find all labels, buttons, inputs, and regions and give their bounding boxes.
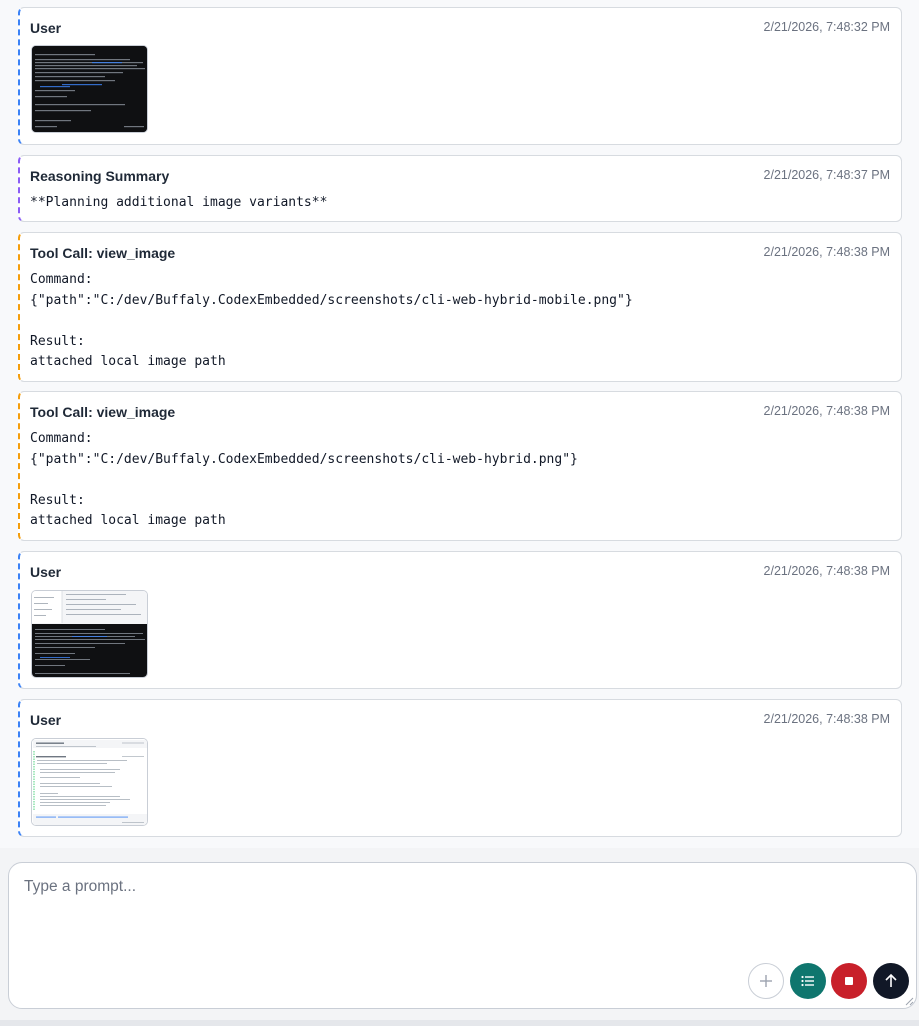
resize-grip-icon[interactable] <box>904 996 914 1006</box>
chat-ui-screenshot-image <box>32 739 147 825</box>
result-text: attached local image path <box>30 513 226 528</box>
arrow-up-icon <box>885 973 897 987</box>
command-label: Command: <box>30 272 93 287</box>
command-text: {"path":"C:/dev/Buffaly.CodexEmbedded/sc… <box>30 452 578 467</box>
message-card-tool-call: Tool Call: view_image 2/21/2026, 7:48:38… <box>18 232 902 382</box>
message-timestamp: 2/21/2026, 7:48:38 PM <box>763 564 890 578</box>
send-button[interactable] <box>873 963 909 999</box>
attached-image-thumbnail[interactable] <box>31 45 148 133</box>
message-timestamp: 2/21/2026, 7:48:38 PM <box>763 404 890 418</box>
message-title: Reasoning Summary <box>30 168 170 184</box>
message-timestamp: 2/21/2026, 7:48:38 PM <box>763 712 890 726</box>
message-timestamp: 2/21/2026, 7:48:32 PM <box>763 20 890 34</box>
bottom-strip <box>0 1020 919 1026</box>
message-card-user: User 2/21/2026, 7:48:32 PM <box>18 7 902 145</box>
terminal-screenshot-image <box>32 46 147 132</box>
message-title: User <box>30 712 62 728</box>
mixed-screenshot-image <box>32 591 147 677</box>
reasoning-text: **Planning additional image variants** <box>30 195 328 210</box>
queue-button[interactable] <box>790 963 826 999</box>
message-card-tool-call: Tool Call: view_image 2/21/2026, 7:48:38… <box>18 391 902 541</box>
message-timestamp: 2/21/2026, 7:48:37 PM <box>763 168 890 182</box>
command-label: Command: <box>30 431 93 446</box>
stop-button[interactable] <box>831 963 867 999</box>
command-text: {"path":"C:/dev/Buffaly.CodexEmbedded/sc… <box>30 293 633 308</box>
list-icon <box>801 975 814 987</box>
message-feed[interactable]: User 2/21/2026, 7:48:32 PM Reasoning Sum… <box>0 0 919 848</box>
message-card-reasoning: Reasoning Summary 2/21/2026, 7:48:37 PM … <box>18 155 902 222</box>
prompt-composer <box>8 862 918 1009</box>
plus-icon <box>760 975 772 987</box>
attached-image-thumbnail[interactable] <box>31 738 148 826</box>
result-text: attached local image path <box>30 354 226 369</box>
prompt-input[interactable] <box>10 864 918 972</box>
attach-button[interactable] <box>748 963 784 999</box>
message-timestamp: 2/21/2026, 7:48:38 PM <box>763 245 890 259</box>
message-card-user: User 2/21/2026, 7:48:38 PM <box>18 699 902 837</box>
message-card-user: User 2/21/2026, 7:48:38 PM <box>18 551 902 689</box>
message-title: User <box>30 20 62 36</box>
attached-image-thumbnail[interactable] <box>31 590 148 678</box>
message-title: Tool Call: view_image <box>30 245 176 261</box>
message-title: User <box>30 564 62 580</box>
message-title: Tool Call: view_image <box>30 404 176 420</box>
stop-icon <box>845 977 853 985</box>
result-label: Result: <box>30 493 85 508</box>
result-label: Result: <box>30 334 85 349</box>
